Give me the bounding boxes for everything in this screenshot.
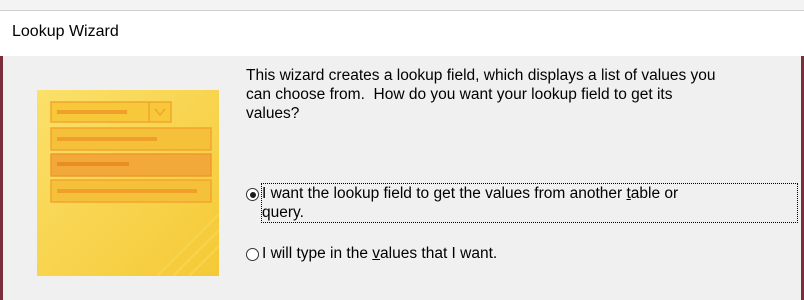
radio-from-table-or-query[interactable]	[246, 188, 259, 201]
option-type-values-label-pre: I will type in the	[262, 245, 373, 262]
option-from-table-or-query[interactable]: I want the lookup field to get the value…	[246, 183, 798, 223]
wizard-description: This wizard creates a lookup field, whic…	[246, 67, 716, 122]
radio-type-values[interactable]	[246, 248, 259, 261]
option-from-table-label-pre: I want the lookup field to get the value…	[262, 185, 627, 202]
dialog-left-border	[0, 56, 3, 300]
option-type-values-label[interactable]: I will type in the values that I want.	[262, 244, 497, 263]
option-from-table-label[interactable]: I want the lookup field to get the value…	[261, 183, 798, 223]
background-window-strip	[0, 0, 804, 10]
lookup-list-illustration	[37, 90, 219, 276]
window-title: Lookup Wizard	[12, 23, 119, 40]
option-type-values-access-key: v	[372, 245, 381, 262]
lookup-wizard-dialog: Lookup Wizard This wizard creates a look…	[0, 0, 804, 300]
option-type-values[interactable]: I will type in the values that I want.	[246, 244, 497, 263]
title-bar: Lookup Wizard	[0, 10, 804, 56]
option-type-values-label-post: alues that I want.	[380, 245, 498, 262]
